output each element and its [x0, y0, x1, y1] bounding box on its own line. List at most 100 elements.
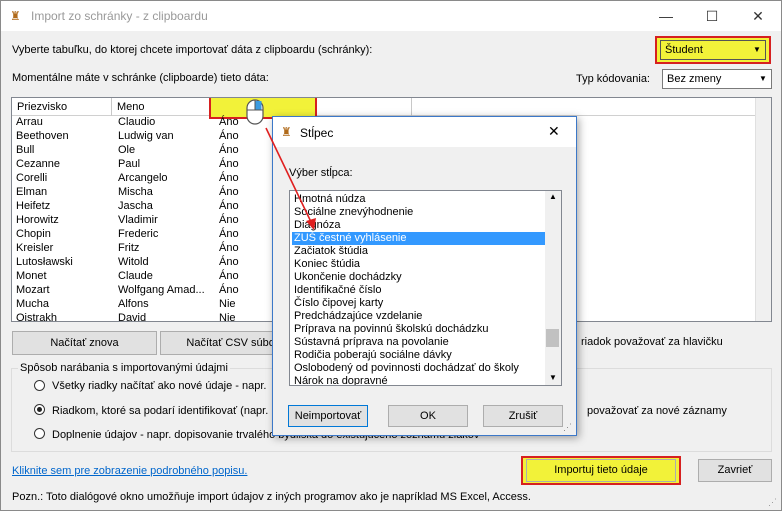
- radio-identify[interactable]: [34, 404, 45, 415]
- cell-priezvisko: Beethoven: [16, 130, 69, 142]
- clipboard-label: Momentálne máte v schránke (clipboarde) …: [12, 72, 269, 84]
- radio-identify-label: Riadkom, ktoré sa podarí identifikovať (…: [52, 405, 269, 417]
- window-title: Import zo schránky - z clipboardu: [31, 9, 208, 23]
- table-select[interactable]: Študent ▼: [660, 40, 766, 60]
- header-row-checkbox-label[interactable]: riadok považovať za hlavičku: [581, 336, 723, 348]
- cell-meno: Arcangelo: [118, 172, 168, 184]
- detail-link[interactable]: Kliknite sem pre zobrazenie podrobného p…: [12, 465, 247, 477]
- scroll-down-icon[interactable]: ▼: [549, 373, 557, 382]
- dialog-app-icon: ♜: [281, 125, 292, 139]
- column-dialog-title: Stĺpec: [300, 126, 334, 140]
- cell-priezvisko: Mozart: [16, 284, 50, 296]
- close-dialog-button[interactable]: Zavrieť: [698, 459, 772, 482]
- cell-value: Áno: [219, 214, 239, 226]
- cell-value: Áno: [219, 158, 239, 170]
- list-item[interactable]: ZUŠ čestné vyhlásenie: [292, 232, 546, 245]
- chevron-down-icon: ▼: [753, 45, 761, 54]
- cell-value: Áno: [219, 284, 239, 296]
- list-item[interactable]: Koniec štúdia: [292, 258, 546, 271]
- cell-meno: Wolfgang Amad...: [118, 284, 205, 296]
- list-item[interactable]: Príprava na povinnú školskú dochádzku: [292, 323, 546, 336]
- list-item[interactable]: Ukončenie dochádzky: [292, 271, 546, 284]
- cell-priezvisko: Arrau: [16, 116, 43, 128]
- cell-priezvisko: Chopin: [16, 228, 51, 240]
- cell-value: Áno: [219, 144, 239, 156]
- reload-button[interactable]: Načítať znova: [12, 331, 157, 355]
- import-mode-title: Spôsob narábania s importovanými údajmi: [18, 362, 230, 374]
- column-dialog: ♜ Stĺpec ✕ Výber stĺpca: Hmotná núdza Soc…: [272, 116, 577, 436]
- radio-identify-label-tail: považovať za nové záznamy: [587, 405, 727, 417]
- column-listbox[interactable]: Hmotná núdza Sociálne znevýhodnenie Diagnó…: [289, 190, 562, 386]
- list-item[interactable]: Diagnóza: [292, 219, 546, 232]
- cell-value: Nie: [219, 312, 236, 322]
- mouse-icon: [246, 99, 264, 125]
- list-item[interactable]: Oslobodený od povinnosti dochádzať do šk…: [292, 362, 546, 375]
- encoding-select[interactable]: Bez zmeny ▼: [662, 69, 772, 89]
- cell-meno: Claudio: [118, 116, 156, 128]
- footer-note: Pozn.: Toto dialógové okno umožňuje impo…: [12, 491, 531, 503]
- cell-priezvisko: Monet: [16, 270, 47, 282]
- resize-grip-icon[interactable]: ⋰: [768, 497, 777, 508]
- list-item[interactable]: Hmotná núdza: [292, 193, 546, 206]
- cell-value: Nie: [219, 298, 236, 310]
- cell-value: Áno: [219, 228, 239, 240]
- cancel-button[interactable]: Zrušiť: [483, 405, 563, 427]
- cell-meno: Vladimir: [118, 214, 158, 226]
- cell-value: Áno: [219, 172, 239, 184]
- cell-priezvisko: Elman: [16, 186, 48, 198]
- list-item[interactable]: Nárok na dopravné: [292, 375, 546, 385]
- list-item[interactable]: Identifikačné číslo: [292, 284, 546, 297]
- maximize-button[interactable]: ☐: [689, 1, 735, 31]
- cell-meno: Jascha: [118, 200, 153, 212]
- cell-priezvisko: Lutosławski: [16, 256, 73, 268]
- cell-meno: Fritz: [118, 242, 140, 254]
- cell-value: Áno: [219, 130, 239, 142]
- scroll-up-icon[interactable]: ▲: [549, 192, 557, 201]
- cell-value: Áno: [219, 270, 239, 282]
- close-button[interactable]: ✕: [735, 1, 781, 31]
- cell-meno: Ludwig van: [118, 130, 174, 142]
- cell-meno: Alfons: [118, 298, 149, 310]
- cell-priezvisko: Horowitz: [16, 214, 59, 226]
- cell-meno: Witold: [118, 256, 149, 268]
- grid-header: Priezvisko Meno: [12, 98, 756, 116]
- list-item[interactable]: Rodičia poberajú sociálne dávky: [292, 349, 546, 362]
- column-header-meno[interactable]: Meno: [112, 98, 212, 116]
- cell-meno: David: [118, 312, 147, 322]
- cell-value: Áno: [219, 116, 239, 128]
- cell-priezvisko: Mucha: [16, 298, 50, 310]
- list-item[interactable]: Číslo čipovej karty: [292, 297, 546, 310]
- list-item[interactable]: Začiatok štúdia: [292, 245, 546, 258]
- cell-priezvisko: Oistrakh: [16, 312, 57, 322]
- column-dialog-title-bar: ♜ Stĺpec ✕: [273, 117, 576, 147]
- resize-grip-icon[interactable]: ⋰: [563, 422, 572, 433]
- list-item[interactable]: Sústavná príprava na povolanie: [292, 336, 546, 349]
- close-icon[interactable]: ✕: [548, 123, 560, 140]
- column-select-label: Výber stĺpca:: [289, 167, 353, 179]
- cell-priezvisko: Cezanne: [16, 158, 61, 170]
- radio-supplement[interactable]: [34, 428, 45, 439]
- cell-meno: Ole: [118, 144, 136, 156]
- table-prompt-label: Vyberte tabuľku, do ktorej chcete import…: [12, 44, 373, 56]
- cell-value: Áno: [219, 256, 239, 268]
- list-item[interactable]: Predchádzajúce vzdelanie: [292, 310, 546, 323]
- cell-meno: Mischa: [118, 186, 153, 198]
- grid-scrollbar[interactable]: [755, 98, 771, 321]
- cell-priezvisko: Corelli: [16, 172, 48, 184]
- list-item[interactable]: Sociálne znevýhodnenie: [292, 206, 546, 219]
- import-button[interactable]: Importuj tieto údaje: [526, 459, 676, 482]
- cell-value: Áno: [219, 186, 239, 198]
- minimize-button[interactable]: —: [643, 1, 689, 31]
- cell-meno: Frederic: [118, 228, 159, 240]
- skip-import-button[interactable]: Neimportovať: [288, 405, 368, 427]
- chevron-down-icon: ▼: [759, 74, 767, 83]
- cell-meno: Paul: [118, 158, 141, 170]
- cell-priezvisko: Bull: [16, 144, 35, 156]
- scroll-thumb[interactable]: [546, 329, 559, 347]
- ok-button[interactable]: OK: [388, 405, 468, 427]
- listbox-scrollbar[interactable]: ▲ ▼: [545, 191, 561, 385]
- cell-priezvisko: Kreisler: [16, 242, 54, 254]
- radio-all-new[interactable]: [34, 380, 45, 391]
- column-header-priezvisko[interactable]: Priezvisko: [12, 98, 112, 116]
- radio-all-new-label: Všetky riadky načítať ako nové údaje - n…: [52, 380, 267, 392]
